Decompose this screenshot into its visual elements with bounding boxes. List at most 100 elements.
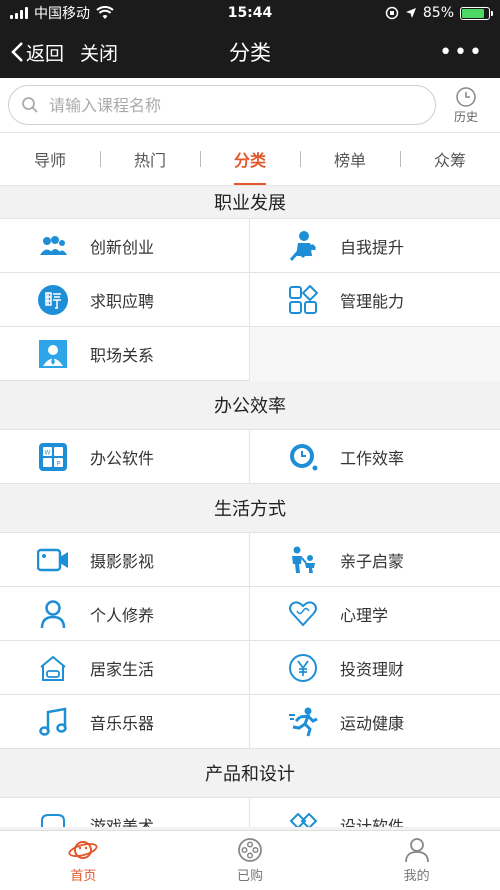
tab-mine[interactable]: 我的 bbox=[333, 831, 500, 890]
category-label: 摄影影视 bbox=[90, 551, 155, 571]
category-item-game-art[interactable]: 游戏美术 bbox=[0, 798, 250, 827]
person-growth-icon bbox=[286, 229, 320, 263]
film-reel-icon bbox=[238, 838, 262, 862]
running-icon bbox=[286, 705, 320, 739]
tab-mine-label: 我的 bbox=[403, 869, 430, 884]
category-label: 设计软件 bbox=[340, 816, 405, 828]
category-item-management[interactable]: 管理能力 bbox=[250, 273, 500, 327]
category-label: 工作效率 bbox=[340, 448, 405, 468]
heart-icon bbox=[286, 597, 320, 631]
tab-hot[interactable]: 热门 bbox=[100, 133, 200, 185]
nav-bar: 返回 关闭 分类 ••• bbox=[0, 26, 500, 78]
category-label: 个人修养 bbox=[90, 605, 155, 625]
back-label: 返回 bbox=[26, 42, 65, 65]
section-title: 办公效率 bbox=[214, 396, 286, 417]
search-input[interactable] bbox=[47, 94, 351, 116]
planet-icon bbox=[68, 841, 98, 859]
category-label: 游戏美术 bbox=[90, 816, 155, 828]
category-label: 心理学 bbox=[340, 605, 389, 625]
chevron-left-icon bbox=[11, 42, 23, 62]
category-item-parenting[interactable]: 亲子启蒙 bbox=[250, 533, 500, 587]
category-item-self-cultivation[interactable]: 个人修养 bbox=[0, 587, 250, 641]
history-button[interactable]: 历史 bbox=[440, 86, 492, 125]
battery-percent: 85% bbox=[422, 5, 454, 21]
wifi-icon bbox=[96, 6, 114, 19]
section-grid: 创新创业 自我提升 求职应聘 管理能力 职场关系 bbox=[0, 218, 500, 381]
design-tools-icon bbox=[286, 808, 320, 827]
category-item-home-life[interactable]: 居家生活 bbox=[0, 641, 250, 695]
category-item-office-software[interactable]: WP 办公软件 bbox=[0, 430, 250, 484]
empty-cell bbox=[250, 327, 500, 381]
tab-crowdfunding[interactable]: 众筹 bbox=[400, 133, 500, 185]
music-note-icon bbox=[36, 705, 70, 739]
tab-ranking[interactable]: 榜单 bbox=[300, 133, 400, 185]
game-icon bbox=[36, 808, 70, 827]
svg-text:W: W bbox=[45, 450, 51, 456]
close-button[interactable]: 关闭 bbox=[80, 39, 118, 66]
category-label: 亲子启蒙 bbox=[340, 551, 405, 571]
clock-icon bbox=[286, 440, 320, 474]
yen-icon bbox=[286, 651, 320, 685]
tab-purchased[interactable]: 已购 bbox=[167, 831, 334, 890]
tab-mentor[interactable]: 导师 bbox=[0, 133, 100, 185]
location-icon bbox=[405, 8, 416, 18]
section-grid: 摄影影视 亲子启蒙 个人修养 心理学 居家生活 投资理财 音乐乐器 运动健康 bbox=[0, 532, 500, 749]
category-label: 自我提升 bbox=[340, 237, 405, 257]
more-button[interactable]: ••• bbox=[439, 40, 484, 65]
search-icon bbox=[22, 97, 38, 113]
section-title: 产品和设计 bbox=[205, 764, 295, 785]
category-label: 居家生活 bbox=[90, 659, 155, 679]
category-item-work-efficiency[interactable]: 工作效率 bbox=[250, 430, 500, 484]
category-item-innovation[interactable]: 创新创业 bbox=[0, 219, 250, 273]
back-button[interactable]: 返回 bbox=[0, 39, 64, 66]
history-clock-icon bbox=[456, 86, 476, 107]
category-tabs: 导师 热门 分类 榜单 众筹 bbox=[0, 133, 500, 186]
section-grid: 游戏美术 设计软件 bbox=[0, 797, 500, 827]
category-item-music[interactable]: 音乐乐器 bbox=[0, 695, 250, 749]
category-list[interactable]: 职业发展 创新创业 自我提升 求职应聘 管理能力 职场关系 办公效率 WP 办公… bbox=[0, 186, 500, 827]
bottom-tab-bar: 首页 已购 我的 bbox=[0, 830, 500, 890]
section-title: 职业发展 bbox=[214, 193, 286, 214]
category-item-design-software[interactable]: 设计软件 bbox=[250, 798, 500, 827]
category-item-self-improvement[interactable]: 自我提升 bbox=[250, 219, 500, 273]
status-bar: 中国移动 15:44 85% bbox=[0, 0, 500, 26]
battery-icon bbox=[460, 6, 493, 20]
user-icon bbox=[404, 838, 429, 863]
category-label: 运动健康 bbox=[340, 713, 405, 733]
tab-category[interactable]: 分类 bbox=[200, 133, 300, 185]
category-label: 管理能力 bbox=[340, 291, 405, 311]
signal-icon bbox=[10, 7, 28, 19]
svg-text:P: P bbox=[56, 461, 60, 467]
section-grid: WP 办公软件 工作效率 bbox=[0, 429, 500, 484]
tab-home[interactable]: 首页 bbox=[0, 831, 167, 890]
category-item-photography[interactable]: 摄影影视 bbox=[0, 533, 250, 587]
people-group-icon bbox=[36, 229, 70, 263]
person-icon bbox=[36, 597, 70, 631]
orientation-lock-icon bbox=[385, 6, 399, 20]
category-label: 音乐乐器 bbox=[90, 713, 155, 733]
id-card-icon bbox=[36, 337, 70, 371]
grid-shapes-icon bbox=[286, 283, 320, 317]
category-label: 职场关系 bbox=[90, 345, 155, 365]
parent-child-icon bbox=[286, 543, 320, 577]
office-apps-icon: WP bbox=[36, 440, 70, 474]
search-box[interactable] bbox=[8, 85, 436, 125]
category-label: 办公软件 bbox=[90, 448, 155, 468]
category-item-workplace-relations[interactable]: 职场关系 bbox=[0, 327, 250, 381]
category-item-sports-health[interactable]: 运动健康 bbox=[250, 695, 500, 749]
category-label: 投资理财 bbox=[340, 659, 405, 679]
tab-purchased-label: 已购 bbox=[237, 869, 264, 884]
category-item-job-hunting[interactable]: 求职应聘 bbox=[0, 273, 250, 327]
section-title: 生活方式 bbox=[214, 499, 286, 520]
video-camera-icon bbox=[36, 543, 70, 577]
page-title: 分类 bbox=[229, 41, 271, 65]
tab-home-label: 首页 bbox=[70, 869, 97, 884]
category-label: 创新创业 bbox=[90, 237, 155, 257]
home-icon bbox=[36, 651, 70, 685]
category-item-psychology[interactable]: 心理学 bbox=[250, 587, 500, 641]
hire-badge-icon bbox=[36, 283, 70, 317]
category-item-investment[interactable]: 投资理财 bbox=[250, 641, 500, 695]
category-label: 求职应聘 bbox=[90, 291, 155, 311]
search-row: 历史 bbox=[0, 78, 500, 133]
history-label: 历史 bbox=[453, 109, 478, 124]
